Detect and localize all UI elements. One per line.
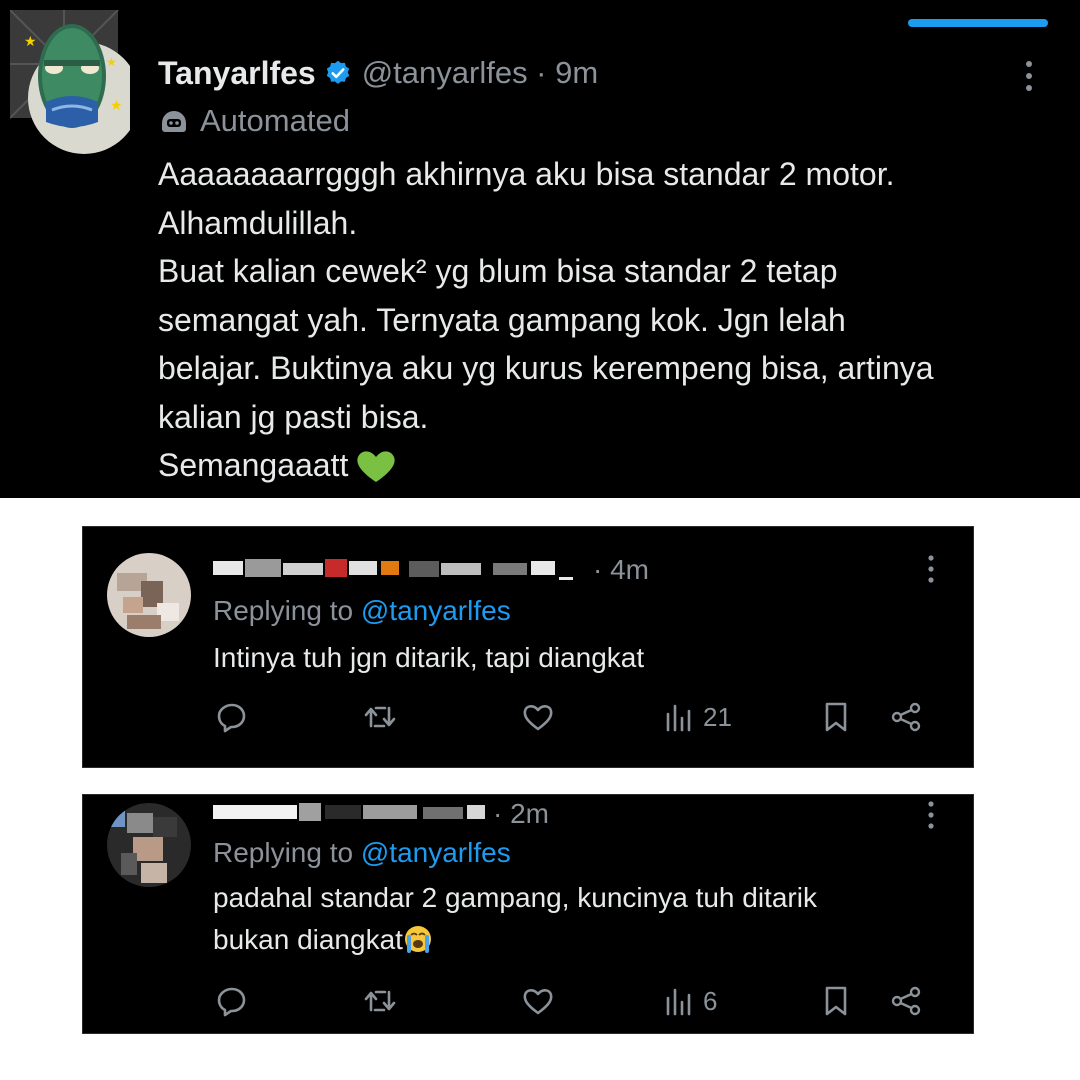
more-icon[interactable] (921, 799, 941, 831)
share-icon (891, 986, 921, 1016)
loudly-crying-face-icon (404, 926, 431, 953)
reply-icon (217, 987, 246, 1017)
reply-icon (217, 703, 246, 733)
like-icon (523, 989, 553, 1015)
reply-tweet[interactable]: · 2m Replying to @tanyarlfes padahal sta… (82, 794, 974, 1034)
action-bar: 6 (213, 981, 933, 1021)
reply-text: padahal standar 2 gampang, kuncinya tuh … (213, 877, 933, 961)
retweet-button[interactable] (363, 981, 397, 1021)
reply-time[interactable]: · 2m (493, 798, 549, 830)
views-icon (666, 704, 691, 732)
bookmark-button[interactable] (819, 697, 853, 737)
views-count: 6 (703, 985, 718, 1016)
svg-text:★: ★ (24, 33, 37, 49)
retweet-icon (364, 990, 396, 1012)
blurred-username (213, 803, 485, 821)
reply-button[interactable] (215, 697, 249, 737)
tweet-text: Aaaaaaaarrgggh akhirnya aku bisa standar… (158, 150, 1063, 490)
reply-text: Intinya tuh jgn ditarik, tapi diangkat (213, 642, 645, 673)
retweet-button[interactable] (363, 697, 397, 737)
replying-to: Replying to @tanyarlfes (213, 837, 511, 869)
views-button[interactable]: 21 (663, 697, 732, 737)
progress-indicator (908, 19, 1048, 27)
replying-prefix: Replying to (213, 837, 361, 868)
reply-button[interactable] (215, 981, 249, 1021)
verified-icon (326, 60, 349, 84)
mention-link[interactable]: @tanyarlfes (361, 595, 511, 626)
views-count: 21 (703, 701, 732, 732)
share-button[interactable] (889, 981, 923, 1021)
green-heart-icon (357, 451, 395, 482)
display-name[interactable]: Tanyarlfes (158, 55, 316, 92)
main-tweet: ★ ★ ★ Tanyarlfes @tanyarlfes · 9m Automa… (0, 0, 1080, 498)
views-button[interactable]: 6 (663, 981, 717, 1021)
bookmark-button[interactable] (819, 981, 853, 1021)
svg-text:★: ★ (110, 97, 123, 113)
reply-time[interactable]: · 4m (593, 554, 649, 586)
action-bar: 21 (213, 697, 933, 737)
mention-link[interactable]: @tanyarlfes (361, 837, 511, 868)
avatar[interactable] (107, 553, 191, 637)
views-icon (666, 988, 691, 1016)
share-icon (891, 702, 921, 732)
bookmark-icon (825, 986, 847, 1016)
more-icon[interactable] (921, 553, 941, 585)
avatar[interactable] (107, 803, 191, 887)
share-button[interactable] (889, 697, 923, 737)
more-icon[interactable] (1018, 58, 1040, 94)
reply-tweet[interactable]: · 4m Replying to @tanyarlfes Intinya tuh… (82, 526, 974, 768)
automated-label: Automated (200, 103, 350, 138)
like-button[interactable] (521, 697, 555, 737)
replying-prefix: Replying to (213, 595, 361, 626)
like-button[interactable] (521, 981, 555, 1021)
svg-text:★: ★ (106, 55, 117, 69)
retweet-icon (364, 706, 396, 728)
handle-and-time[interactable]: @tanyarlfes · 9m (362, 55, 598, 91)
blurred-username (213, 559, 573, 580)
replying-to: Replying to @tanyarlfes (213, 595, 511, 627)
reply-text-body: padahal standar 2 gampang, kuncinya tuh … (213, 882, 817, 955)
like-icon (523, 705, 553, 731)
tweet-text-body: Aaaaaaaarrgggh akhirnya aku bisa standar… (158, 156, 934, 483)
bookmark-icon (825, 702, 847, 732)
avatar[interactable]: ★ ★ ★ (10, 10, 130, 158)
automated-bot-icon (162, 111, 186, 132)
